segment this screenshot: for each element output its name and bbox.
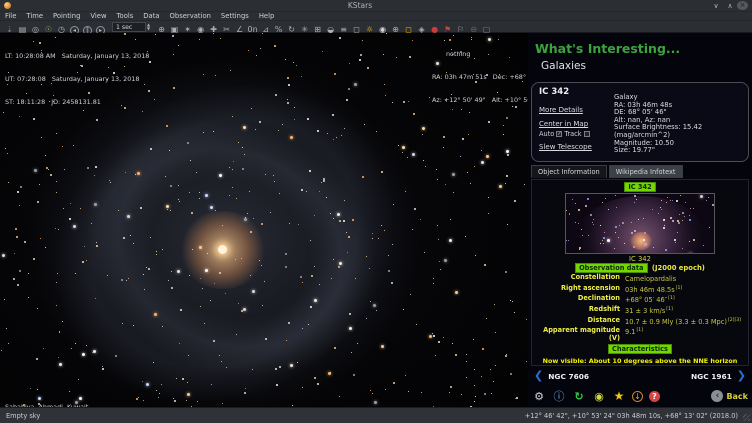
auto-track-checkbox-checked[interactable]: ✓ [556, 131, 562, 137]
sky-map[interactable]: LT: 10:28:08 AM Saturday, January 13, 20… [0, 33, 528, 407]
titlebar: KStars ∨ ∧ × [0, 0, 752, 12]
maximize-window-icon[interactable]: ∧ [723, 2, 737, 10]
image-caption: IC 342 [629, 255, 651, 263]
table-row: Apparent magnitude (V) 9.1[1] [538, 327, 742, 342]
table-row: Redshift 31 ± 3 km/s[1] [538, 306, 742, 316]
next-object-icon[interactable]: ❯ [737, 370, 746, 382]
tab-wikipedia-infotext[interactable]: Wikipedia Infotext [609, 165, 683, 178]
infobox-title-chip: IC 342 [624, 182, 655, 192]
whats-interesting-panel: What's Interesting... Galaxies IC 342 Mo… [528, 33, 752, 407]
time-step-spin-arrows[interactable]: ▲▼ [147, 23, 150, 31]
reload-icon[interactable]: ↻ [572, 389, 586, 403]
favorites-star-icon[interactable]: ★ [612, 389, 626, 403]
tab-object-information[interactable]: Object Information [531, 165, 607, 178]
focus-info-overlay: nothing RA: 03h 47m 51s Dec: +68° 08' 12… [432, 36, 528, 120]
help-icon[interactable]: ? [649, 391, 660, 402]
focus-radec-label: RA: 03h 47m 51s Dec: +68° 08' 12" [432, 74, 528, 82]
universal-time-label: UT: 07:28:08 Saturday, January 13, 2018 [5, 76, 149, 84]
object-name: IC 342 [539, 87, 569, 97]
focus-azalt-label: Az: +12° 50' 49" Alt: +10° 50' 14" [432, 97, 528, 105]
infobox-table: Constellation Camelopardalis Right ascen… [538, 274, 742, 343]
menu-tools[interactable]: Tools [112, 12, 139, 21]
panel-toolbar: ⚙ ⓘ ↻ ◉ ★ ↓ ? ‹ Back [532, 387, 748, 405]
visibility-eye-icon[interactable]: ◉ [592, 389, 606, 403]
kstars-window: KStars ∨ ∧ × File Time Pointing View Too… [0, 0, 752, 423]
resize-grip[interactable] [743, 414, 750, 421]
table-row: Declination +68° 05′ 46″[1] [538, 295, 742, 305]
statusbar: Empty sky +12° 46' 42", +10° 53' 24" 03h… [0, 407, 752, 423]
kstars-app-icon [4, 2, 11, 9]
info-tabs: Object Information Wikipedia Infotext [531, 165, 683, 178]
observation-data-highlight: Observation data [575, 263, 647, 273]
time-step-value[interactable]: 1 sec [112, 22, 146, 32]
window-title: KStars [11, 1, 709, 10]
auto-track-control[interactable]: Auto ✓ Track [539, 130, 590, 138]
category-label: Galaxies [541, 60, 586, 72]
back-label: Back [726, 392, 748, 401]
table-row: Distance 10.7 ± 0.9 Mly (3.3 ± 0.3 Mpc)[… [538, 317, 742, 327]
location-info-overlay: Sababiya, Ahmadi, Kuwait Long: 48.100833… [5, 389, 114, 407]
focus-object-label: nothing [446, 51, 528, 59]
table-row: Right ascension 03h 46m 48.5s[1] [538, 285, 742, 295]
local-time-label: LT: 10:28:08 AM Saturday, January 13, 20… [5, 53, 149, 61]
back-button[interactable]: ‹ Back [711, 390, 748, 402]
shade-window-icon[interactable]: ∨ [709, 2, 723, 10]
download-resources-icon[interactable]: ↓ [632, 391, 643, 402]
previous-object-icon[interactable]: ❮ [534, 370, 543, 382]
visibility-status: Now visible: About 10 degrees above the … [535, 357, 745, 365]
time-info-overlay: LT: 10:28:08 AM Saturday, January 13, 20… [5, 38, 149, 122]
characteristics-chip[interactable]: Characteristics [608, 344, 672, 354]
galaxy-nucleus [218, 245, 227, 254]
main-toolbar: ⇣▤◎☉◷◂‖▸ 1 sec ▲▼ ⊕▣✶◉✚✂∠0n⊿%↻✳⊞◒≡◻☼◉⊕◻◈… [0, 21, 752, 33]
table-row: Constellation Camelopardalis [538, 274, 742, 284]
more-details-link[interactable]: More Details [539, 106, 583, 114]
track-label: Track [564, 130, 581, 138]
epoch-label: (J2000 epoch) [652, 264, 705, 272]
panel-title: What's Interesting... [535, 41, 680, 56]
settings-gear-icon[interactable]: ⚙ [532, 389, 546, 403]
object-navigation: ❮ NGC 7606 NGC 1961 ❯ [534, 370, 746, 382]
track-checkbox[interactable] [584, 131, 590, 137]
status-object-label: Empty sky [0, 412, 40, 420]
wikipedia-infobox: IC 342 IC 342 Observation data (J2000 ep… [531, 179, 749, 366]
object-details-text: Galaxy RA: 03h 46m 48s DE: 68° 05' 46" A… [614, 94, 702, 155]
auto-label: Auto [539, 130, 554, 138]
status-coordinates-label: +12° 46' 42", +10° 53' 24" 03h 48m 10s, … [525, 412, 752, 420]
center-in-map-link[interactable]: Center in Map [539, 120, 588, 128]
close-window-icon[interactable]: × [737, 1, 748, 10]
next-object-label[interactable]: NGC 1961 [691, 372, 732, 381]
sidereal-julian-label: ST: 18:11:28 JD: 2458131.81 [5, 99, 149, 107]
previous-object-label[interactable]: NGC 7606 [548, 372, 589, 381]
slew-telescope-link[interactable]: Slew Telescope [539, 143, 592, 151]
time-step-spinbox[interactable]: 1 sec ▲▼ [112, 22, 150, 32]
back-arrow-icon[interactable]: ‹ [711, 390, 723, 402]
object-details-icon[interactable]: ⓘ [552, 389, 566, 403]
observation-data-header: Observation data (J2000 epoch) [575, 264, 705, 272]
detail-size: Size: 19.77" [614, 147, 702, 155]
object-card: IC 342 More Details Center in Map Auto ✓… [531, 82, 749, 162]
galaxy-thumbnail-image [565, 193, 715, 254]
